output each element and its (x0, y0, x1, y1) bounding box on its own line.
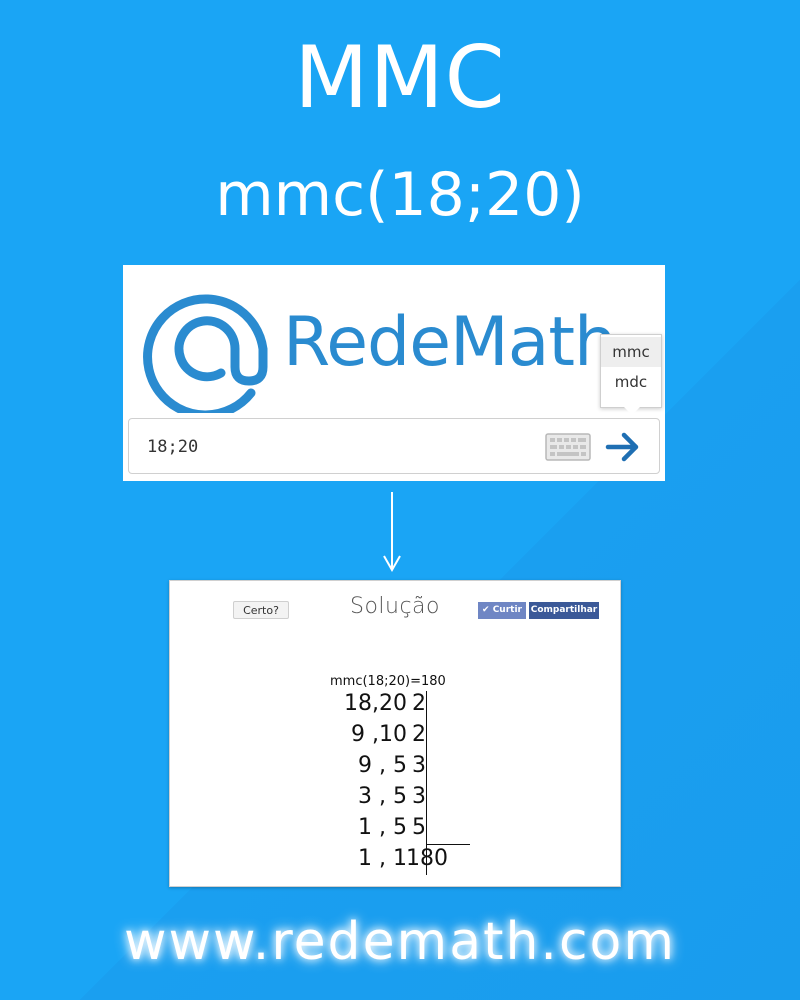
redemath-panel: RedeMath mmc mdc (123, 265, 665, 481)
at-sign-logo-icon (143, 294, 268, 413)
search-box (128, 418, 660, 474)
curtir-label: Curtir (492, 605, 522, 615)
factor-row-divisor: 3 (412, 753, 426, 778)
dropdown-option-mdc[interactable]: mdc (601, 367, 661, 397)
page-subtitle: mmc(18;20) (215, 160, 585, 230)
footer-url: www.redemath.com (123, 912, 677, 972)
factor-row-product: 180 (406, 846, 448, 871)
factor-row-numbers: 18,20 (344, 691, 407, 716)
solution-title: Solução (349, 594, 441, 619)
operation-dropdown[interactable]: mmc mdc (600, 334, 662, 415)
factor-row-divisor: 5 (412, 815, 426, 840)
logo-text: RedeMath (283, 303, 617, 382)
factor-row-numbers: 9 , 5 (358, 753, 407, 778)
factor-row: 1 , 1 180 (310, 846, 470, 876)
factor-row: 1 , 5 5 (310, 815, 470, 845)
factor-row-divisor: 3 (412, 784, 426, 809)
certo-button[interactable]: Certo? (233, 601, 289, 619)
dropdown-caret (624, 407, 640, 415)
number-input[interactable] (145, 433, 529, 461)
factor-row: 3 , 5 3 (310, 784, 470, 814)
dropdown-option-mmc[interactable]: mmc (601, 337, 661, 367)
factor-row: 9 ,10 2 (310, 722, 470, 752)
factor-row-numbers: 3 , 5 (358, 784, 407, 809)
check-icon: ✔ (482, 605, 493, 615)
division-horizontal-line (426, 844, 470, 845)
arrow-right-icon[interactable] (605, 430, 641, 464)
curtir-button[interactable]: ✔ Curtir (478, 602, 526, 619)
page-title: MMC (294, 28, 506, 128)
factor-row-numbers: 9 ,10 (351, 722, 407, 747)
factor-row: 18,20 2 (310, 691, 470, 721)
factor-row-numbers: 1 , 1 (358, 846, 407, 871)
keyboard-icon[interactable] (545, 433, 591, 461)
factor-row: 9 , 5 3 (310, 753, 470, 783)
factor-row-divisor: 2 (412, 691, 426, 716)
compartilhar-button[interactable]: Compartilhar (529, 602, 599, 619)
result-text: mmc(18;20)=180 (330, 674, 446, 689)
factor-row-numbers: 1 , 5 (358, 815, 407, 840)
factor-row-divisor: 2 (412, 722, 426, 747)
solution-card: Certo? Solução ✔ Curtir Compartilhar mmc… (169, 580, 621, 887)
division-vertical-line (426, 691, 427, 875)
arrow-down-icon (383, 492, 401, 573)
